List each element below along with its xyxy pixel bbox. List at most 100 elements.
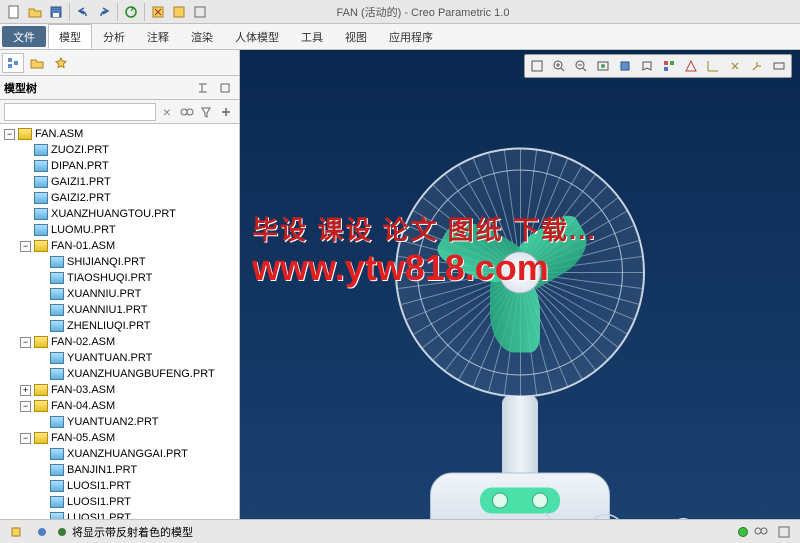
tree-item[interactable]: ZHENLIUQI.PRT bbox=[0, 318, 239, 334]
axis-display-button[interactable] bbox=[702, 56, 724, 76]
favorites-tab[interactable] bbox=[50, 53, 72, 73]
menu-model[interactable]: 模型 bbox=[48, 24, 92, 49]
tree-item[interactable]: YUANTUAN.PRT bbox=[0, 350, 239, 366]
tree-item-label: YUANTUAN2.PRT bbox=[67, 416, 158, 428]
tree-item-label: FAN-04.ASM bbox=[51, 400, 115, 412]
tree-item-label: DIPAN.PRT bbox=[51, 160, 109, 172]
menu-file[interactable]: 文件 bbox=[2, 26, 46, 47]
tree-item[interactable]: −FAN-01.ASM bbox=[0, 238, 239, 254]
assembly-icon bbox=[34, 432, 48, 444]
tree-item-label: ZHENLIUQI.PRT bbox=[67, 320, 151, 332]
annotation-display-button[interactable] bbox=[768, 56, 790, 76]
tree-item-label: SHIJIANQI.PRT bbox=[67, 256, 146, 268]
tree-item[interactable]: XUANNIU.PRT bbox=[0, 286, 239, 302]
undo-button[interactable] bbox=[73, 2, 93, 22]
window-button[interactable] bbox=[169, 2, 189, 22]
tree-item[interactable]: GAIZI1.PRT bbox=[0, 174, 239, 190]
tree-expander[interactable]: + bbox=[20, 385, 31, 396]
tree-item-label: FAN.ASM bbox=[35, 128, 83, 140]
part-icon bbox=[50, 352, 64, 364]
tree-show-button[interactable] bbox=[215, 78, 235, 98]
view-manager-button[interactable] bbox=[658, 56, 680, 76]
menu-tools[interactable]: 工具 bbox=[290, 24, 334, 49]
regenerate-button[interactable] bbox=[121, 2, 141, 22]
tree-item[interactable]: DIPAN.PRT bbox=[0, 158, 239, 174]
separator bbox=[144, 3, 145, 21]
csys-display-button[interactable] bbox=[746, 56, 768, 76]
assembly-icon bbox=[34, 384, 48, 396]
tree-item[interactable]: XUANZHUANGGAI.PRT bbox=[0, 446, 239, 462]
tree-item-label: XUANZHUANGTOU.PRT bbox=[51, 208, 176, 220]
tree-item[interactable]: XUANNIU1.PRT bbox=[0, 302, 239, 318]
status-right bbox=[738, 522, 794, 542]
tree-item[interactable]: −FAN-02.ASM bbox=[0, 334, 239, 350]
tree-expander[interactable]: − bbox=[20, 241, 31, 252]
model-tree-tab[interactable] bbox=[2, 53, 24, 73]
tree-item[interactable]: − FAN-04.ASM bbox=[0, 398, 239, 414]
tree-item[interactable]: BANJIN1.PRT bbox=[0, 462, 239, 478]
tree-item[interactable]: − FAN.ASM bbox=[0, 126, 239, 142]
menu-render[interactable]: 渲染 bbox=[180, 24, 224, 49]
refit-button[interactable] bbox=[526, 56, 548, 76]
binoculars-icon[interactable] bbox=[178, 102, 196, 122]
folder-tab[interactable] bbox=[26, 53, 48, 73]
tree-search-input[interactable] bbox=[4, 103, 156, 121]
redo-button[interactable] bbox=[94, 2, 114, 22]
display-style-button[interactable] bbox=[614, 56, 636, 76]
status-browser-button[interactable] bbox=[32, 522, 52, 542]
point-display-button[interactable] bbox=[724, 56, 746, 76]
tree-item-label: GAIZI1.PRT bbox=[51, 176, 111, 188]
menu-apps[interactable]: 应用程序 bbox=[378, 24, 444, 49]
tree-item[interactable]: −FAN-05.ASM bbox=[0, 430, 239, 446]
tree-item[interactable]: LUOSI1.PRT bbox=[0, 478, 239, 494]
tree-item-label: LUOMU.PRT bbox=[51, 224, 116, 236]
repaint-button[interactable] bbox=[592, 56, 614, 76]
new-button[interactable] bbox=[4, 2, 24, 22]
options-button[interactable] bbox=[190, 2, 210, 22]
tree-expander[interactable]: − bbox=[20, 401, 31, 412]
model-tree[interactable]: − FAN.ASM ZUOZI.PRT DIPAN.PRT GAIZI1.PRT GAIZ… bbox=[0, 124, 239, 519]
open-button[interactable] bbox=[25, 2, 45, 22]
search-clear-button[interactable]: × bbox=[158, 102, 176, 122]
tree-header-tools bbox=[193, 78, 235, 98]
tree-item[interactable]: LUOMU.PRT bbox=[0, 222, 239, 238]
selection-filter-button[interactable] bbox=[751, 522, 771, 542]
fan-hub bbox=[499, 251, 541, 293]
tree-expander[interactable]: − bbox=[4, 129, 15, 140]
menu-annotate[interactable]: 注释 bbox=[136, 24, 180, 49]
zoom-out-button[interactable] bbox=[570, 56, 592, 76]
connection-status-icon bbox=[738, 527, 748, 537]
tree-item[interactable]: TIAOSHUQI.PRT bbox=[0, 270, 239, 286]
status-left: 将显示带反射着色的模型 bbox=[6, 522, 193, 542]
tree-item[interactable]: SHIJIANQI.PRT bbox=[0, 254, 239, 270]
tree-expander[interactable]: − bbox=[20, 433, 31, 444]
tree-item[interactable]: ZUOZI.PRT bbox=[0, 142, 239, 158]
assembly-icon bbox=[34, 400, 48, 412]
zoom-in-button[interactable] bbox=[548, 56, 570, 76]
tree-item[interactable]: XUANZHUANGTOU.PRT bbox=[0, 206, 239, 222]
tree-item[interactable]: +FAN-03.ASM bbox=[0, 382, 239, 398]
menu-manikin[interactable]: 人体模型 bbox=[224, 24, 290, 49]
tree-settings-button[interactable] bbox=[193, 78, 213, 98]
close-window-button[interactable] bbox=[148, 2, 168, 22]
tree-item[interactable]: YUANTUAN2.PRT bbox=[0, 414, 239, 430]
part-icon bbox=[50, 368, 64, 380]
tree-item-label: BANJIN1.PRT bbox=[67, 464, 137, 476]
part-icon bbox=[34, 176, 48, 188]
tree-item[interactable]: GAIZI2.PRT bbox=[0, 190, 239, 206]
menu-analysis[interactable]: 分析 bbox=[92, 24, 136, 49]
full-screen-button[interactable] bbox=[774, 522, 794, 542]
filter-button[interactable] bbox=[198, 102, 216, 122]
save-button[interactable] bbox=[46, 2, 66, 22]
datum-display-button[interactable] bbox=[680, 56, 702, 76]
status-nav-button[interactable] bbox=[6, 522, 26, 542]
tree-item[interactable]: XUANZHUANGBUFENG.PRT bbox=[0, 366, 239, 382]
part-icon bbox=[50, 480, 64, 492]
saved-view-button[interactable] bbox=[636, 56, 658, 76]
tree-item[interactable]: LUOSI1.PRT bbox=[0, 494, 239, 510]
tree-expander[interactable]: − bbox=[20, 337, 31, 348]
tree-item[interactable]: LUOSI1.PRT bbox=[0, 510, 239, 519]
graphics-viewport[interactable]: 毕设 课设 论文 图纸 下载... www.ytw818.com bbox=[240, 50, 800, 519]
menu-view[interactable]: 视图 bbox=[334, 24, 378, 49]
add-button[interactable] bbox=[217, 102, 235, 122]
